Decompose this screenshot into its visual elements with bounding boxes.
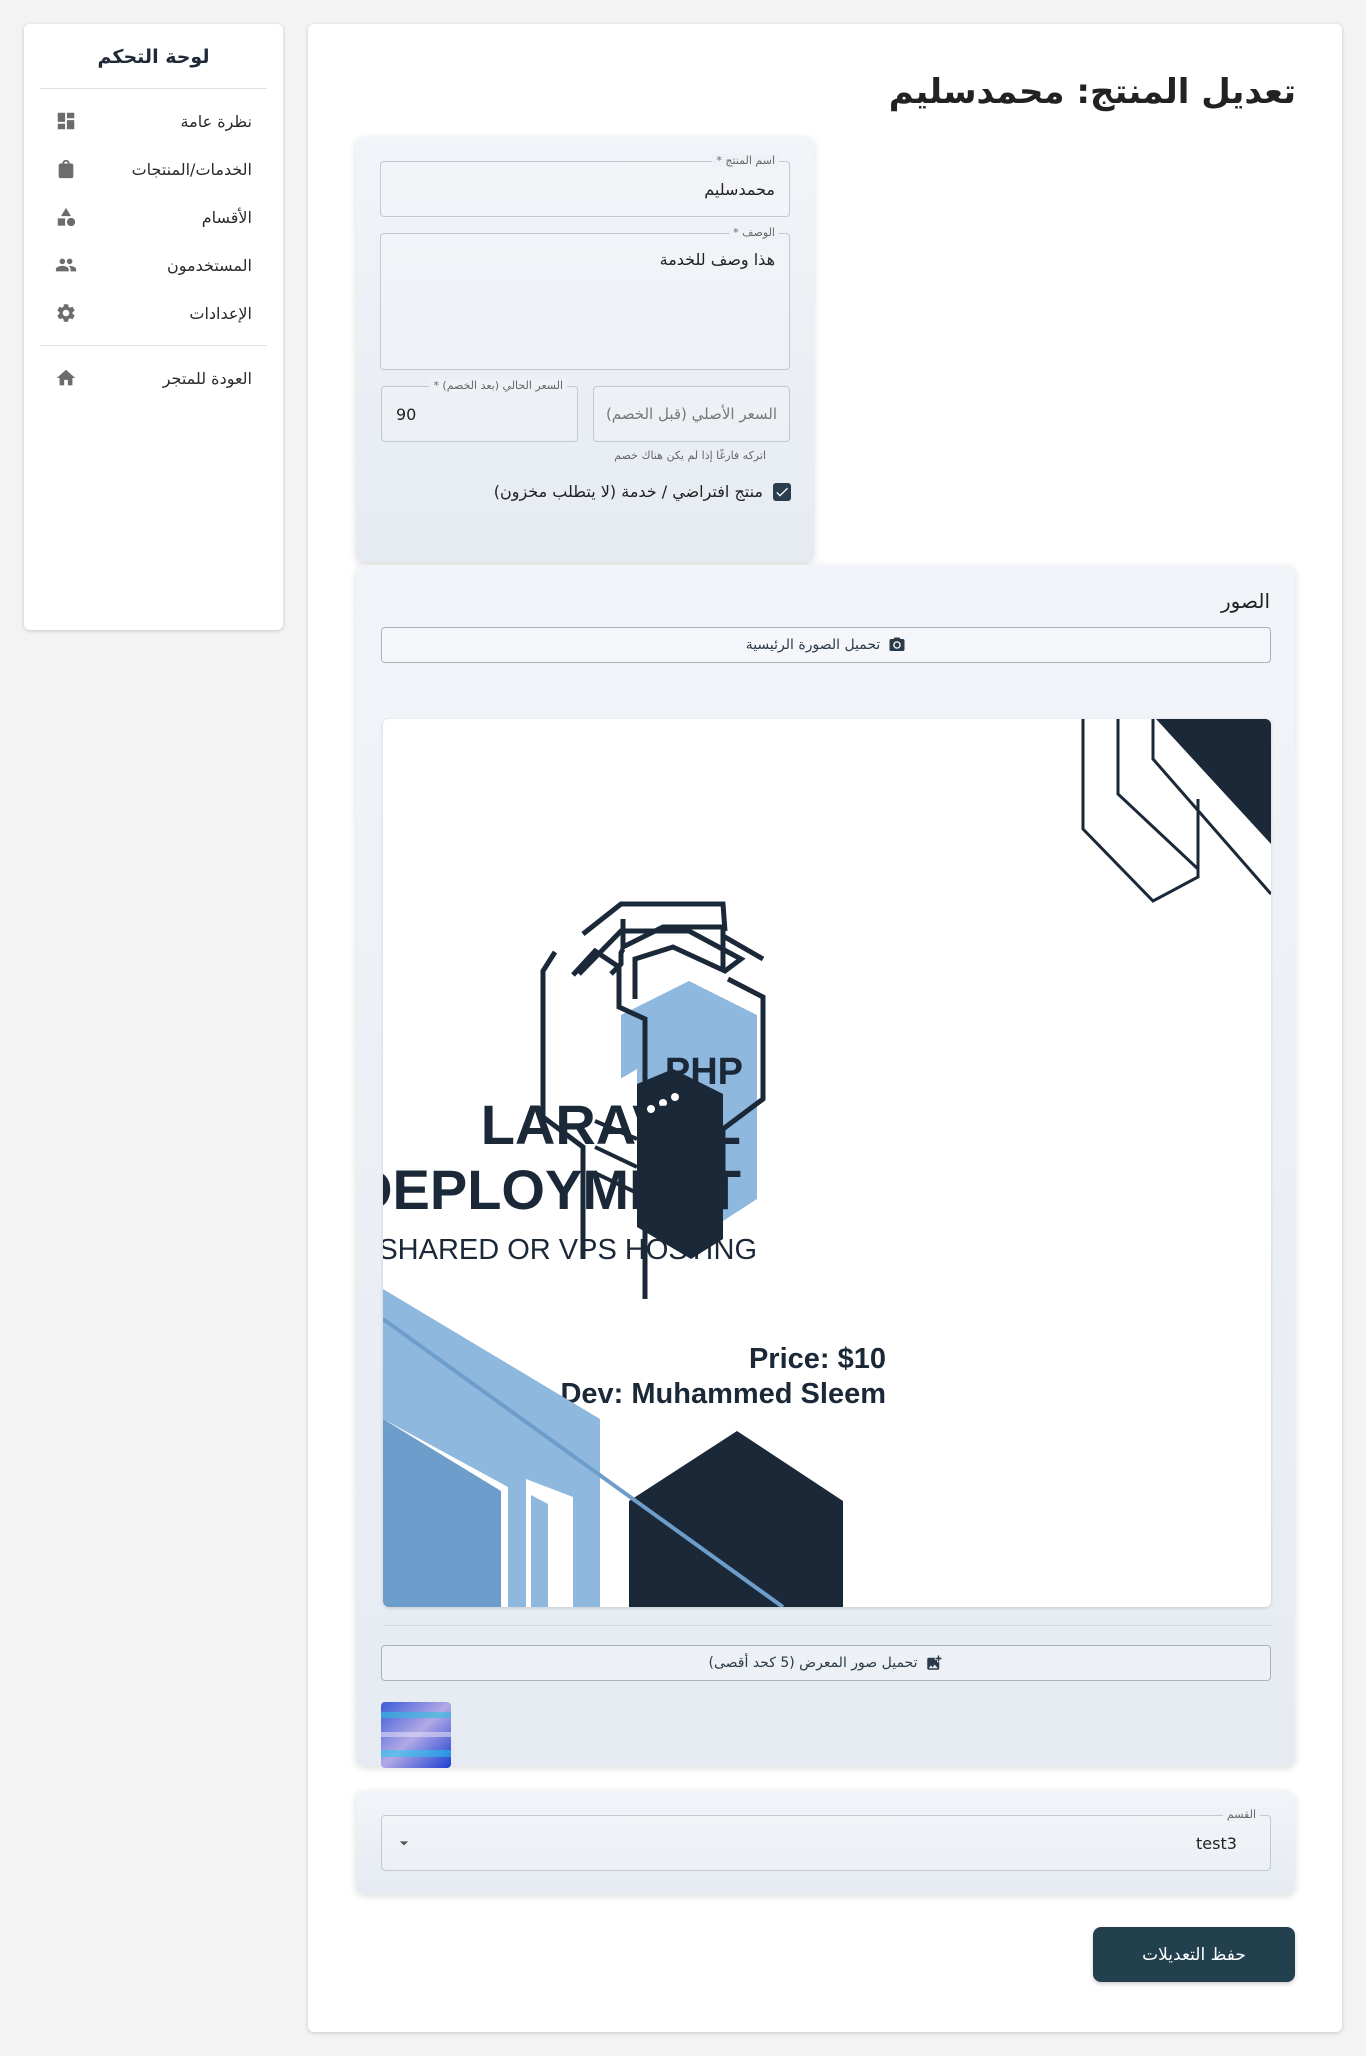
sidebar-item-label: الأقسام [201,207,252,227]
chevron-down-icon [399,1841,409,1846]
sidebar-item-label: نظرة عامة [180,111,252,131]
current-price-value: 90 [396,405,417,424]
product-name-label: اسم المنتج * [712,154,779,167]
gallery-thumbnail-image [381,1702,451,1768]
sidebar-item-label: الخدمات/المنتجات [131,159,252,179]
sidebar-nav: نظرة عامة الخدمات/المنتجات الأقسام المست… [24,89,283,345]
original-price-field[interactable]: السعر الأصلي (قبل الخصم) [593,386,790,442]
check-icon [776,487,788,497]
laravel-deployment-banner: PHP LARAVEL DEPLOYMENT SHARED OR VPS HOS… [383,719,1271,1607]
gear-icon [57,304,75,322]
category-value: test3 [1196,1834,1237,1853]
current-price-label: السعر الحالي (بعد الخصم) * [429,379,567,392]
people-icon [55,258,77,272]
shopping-bag-icon [58,159,74,179]
virtual-product-label: منتج افتراضي / خدمة (لا يتطلب مخزون) [493,482,763,501]
home-icon [56,369,76,386]
product-name-value: محمدسليم [704,180,775,199]
banner-line1-text: LARAVEL [481,1093,741,1156]
current-price-field[interactable]: السعر الحالي (بعد الخصم) * 90 [381,379,578,442]
product-details-panel: اسم المنتج * محمدسليم الوصف * هذا وصف لل… [356,137,814,562]
category-label: القسم [1222,1808,1260,1821]
sidebar-item-overview[interactable]: نظرة عامة [24,97,283,145]
original-price-placeholder: السعر الأصلي (قبل الخصم) [605,405,777,423]
main-product-image: PHP LARAVEL DEPLOYMENT SHARED OR VPS HOS… [383,719,1271,1607]
save-button[interactable]: حفظ التعديلات [1093,1927,1295,1982]
gallery-thumbnail[interactable] [381,1702,451,1768]
product-name-field[interactable]: اسم المنتج * محمدسليم [380,154,790,217]
camera-icon [889,637,905,651]
dashboard-icon [57,112,75,130]
sidebar: لوحة التحكم نظرة عامة الخدمات/المنتجات ا… [24,24,283,630]
images-section-title: الصور [1221,589,1270,613]
upload-main-image-label: تحميل الصورة الرئيسية [745,637,881,653]
sidebar-nav-secondary: العودة للمتجر [24,346,283,410]
sidebar-item-label: العودة للمتجر [162,368,252,388]
category-icon [57,207,76,227]
virtual-product-checkbox-row[interactable]: منتج افتراضي / خدمة (لا يتطلب مخزون) [494,482,791,501]
sidebar-item-categories[interactable]: الأقسام [24,193,283,241]
description-value: هذا وصف للخدمة [659,250,775,269]
sidebar-item-products[interactable]: الخدمات/المنتجات [24,145,283,193]
original-price-helper: اتركه فارغًا إذا لم يكن هناك خصم [614,449,766,462]
banner-line2-text: DEPLOYMENT [383,1158,741,1221]
sidebar-item-settings[interactable]: الإعدادات [24,289,283,337]
add-photo-icon [927,1655,942,1670]
main-content: تعديل المنتج: محمدسليم اسم المنتج * محمد… [308,24,1342,2032]
banner-price-text: Price: $10 [749,1343,886,1375]
category-panel: القسم test3 [356,1791,1295,1894]
images-divider [383,1625,1271,1626]
virtual-product-checkbox[interactable] [773,482,791,501]
page-title: تعديل المنتج: محمدسليم [888,72,1296,112]
banner-php-text: PHP [665,1051,743,1093]
sidebar-item-users[interactable]: المستخدمون [24,241,283,289]
upload-main-image-button[interactable]: تحميل الصورة الرئيسية [381,627,1271,663]
images-panel: الصور تحميل الصورة الرئيسية PHP LARAVEL … [356,565,1295,1768]
sidebar-title: لوحة التحكم [97,46,210,68]
upload-gallery-label: تحميل صور المعرض (5 كحد أقصى) [708,1655,918,1671]
banner-subtitle-text: SHARED OR VPS HOSTING [383,1234,757,1266]
category-select[interactable]: القسم test3 [381,1808,1271,1871]
sidebar-item-back-to-store[interactable]: العودة للمتجر [24,354,283,402]
sidebar-item-label: المستخدمون [167,255,252,275]
upload-gallery-button[interactable]: تحميل صور المعرض (5 كحد أقصى) [381,1645,1271,1681]
description-field[interactable]: الوصف * هذا وصف للخدمة [380,226,790,370]
banner-dev-text: Dev: Muhammed Sleem [560,1378,886,1410]
sidebar-item-label: الإعدادات [189,303,252,323]
description-label: الوصف * [729,226,779,239]
